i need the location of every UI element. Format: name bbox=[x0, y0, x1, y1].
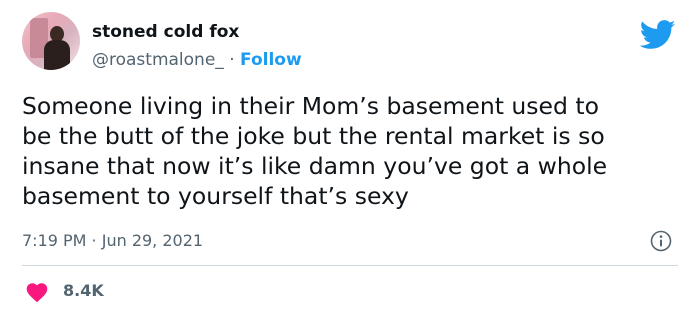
author-handle[interactable]: @roastmalone_ bbox=[92, 50, 224, 70]
follow-button[interactable]: Follow bbox=[240, 50, 302, 70]
info-icon[interactable] bbox=[650, 230, 672, 252]
heart-icon[interactable] bbox=[25, 281, 49, 303]
handle-separator: · bbox=[223, 50, 241, 70]
divider bbox=[22, 265, 678, 266]
author-display-name[interactable]: stoned cold fox bbox=[92, 22, 239, 42]
author-handle-row: @roastmalone_ · Follow bbox=[92, 50, 302, 70]
twitter-bird-icon[interactable] bbox=[640, 20, 676, 50]
avatar-person-body bbox=[44, 40, 70, 70]
tweet-timestamp[interactable]: 7:19 PM · Jun 29, 2021 bbox=[22, 231, 203, 250]
like-count[interactable]: 8.4K bbox=[63, 281, 104, 300]
tweet-text: Someone living in their Mom’s basement u… bbox=[22, 92, 608, 210]
tweet-card: stoned cold fox @roastmalone_ · Follow S… bbox=[0, 0, 700, 319]
avatar[interactable] bbox=[22, 12, 80, 70]
